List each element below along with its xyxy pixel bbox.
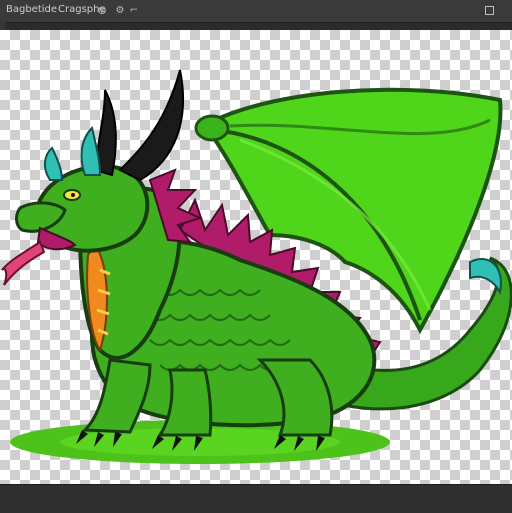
- app-toolbar: Bagbetide Cragsphe ◍ ⚙ ⌐: [0, 0, 512, 23]
- dragon-tongue: [1, 240, 46, 286]
- dragon-illustration: [1, 69, 512, 464]
- gear-icon[interactable]: ⚙: [114, 5, 126, 17]
- frame-icon[interactable]: [485, 6, 494, 15]
- crop-icon[interactable]: ⌐: [128, 5, 140, 17]
- dragon-horn-right: [118, 69, 184, 182]
- app-title: Bagbetide: [6, 4, 58, 15]
- globe-icon[interactable]: ◍: [96, 5, 108, 17]
- status-bar: [0, 484, 512, 513]
